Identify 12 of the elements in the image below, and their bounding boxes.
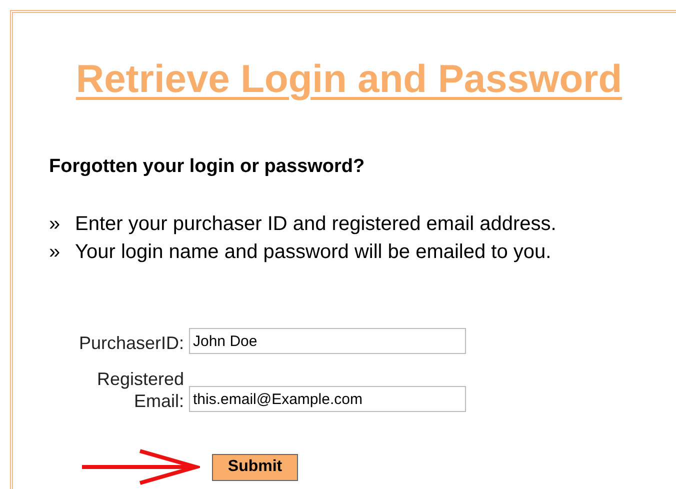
instruction-text: Enter your purchaser ID and registered email address.	[75, 212, 556, 237]
field-label: Registered Email:	[96, 368, 184, 412]
field-label: PurchaserID:	[78, 332, 184, 354]
text-field[interactable]: this.email@Example.com	[189, 386, 466, 412]
page-title: Retrieve Login and Password	[76, 58, 622, 101]
bullet-mark: »	[49, 212, 62, 237]
text-field[interactable]: John Doe	[189, 328, 466, 354]
arrow-icon	[82, 447, 200, 487]
submit-button[interactable]: Submit	[212, 454, 298, 480]
instruction-text: Your login name and password will be emailed to you.	[75, 240, 552, 265]
bullet-mark: »	[49, 240, 62, 265]
section-heading: Forgotten your login or password?	[49, 154, 366, 178]
